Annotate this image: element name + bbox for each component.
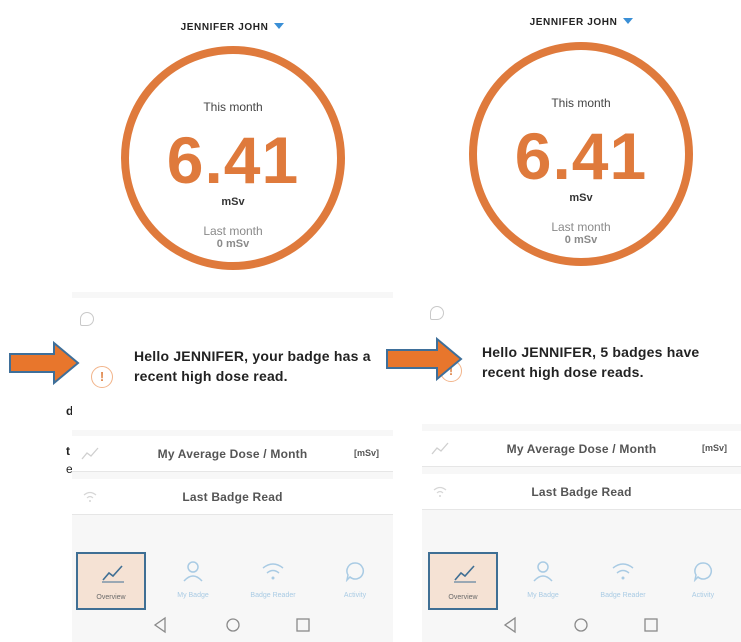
tab-badge-reader-label: Badge Reader (600, 592, 646, 599)
dose-ring: This month 6.41 mSv Last month 0 mSv (121, 46, 345, 270)
alert-card[interactable]: ! Hello JENNIFER, 5 badges have recent h… (422, 292, 741, 424)
average-dose-unit: [mSv] (353, 448, 379, 458)
tab-activity[interactable]: Activity (320, 552, 390, 610)
last-month-label: Last month (203, 224, 263, 238)
last-month-value: 0 mSv (564, 234, 598, 246)
dose-summary-panel: JENNIFER JOHN This month 6.41 mSv Last m… (72, 0, 393, 292)
left-annotation-arrow (9, 340, 80, 386)
dose-summary-panel: JENNIFER JOHN This month 6.41 mSv Last m… (422, 0, 741, 292)
warning-icon: ! (91, 366, 113, 388)
left-edge-text-fragment: t (66, 444, 70, 458)
back-triangle-icon[interactable] (500, 614, 522, 636)
last-badge-read-row[interactable]: Last Badge Read (422, 474, 741, 510)
tab-my-badge-label: My Badge (177, 592, 209, 599)
caret-down-icon (274, 23, 285, 29)
average-dose-row[interactable]: My Average Dose / Month [mSv] (422, 431, 741, 467)
android-navigation-bar (422, 610, 741, 642)
tab-overview-label: Overview (96, 594, 126, 601)
chat-bubble-icon (80, 312, 94, 326)
user-selector[interactable]: JENNIFER JOHN (72, 22, 393, 33)
dose-unit: mSv (569, 192, 593, 204)
last-month-value: 0 mSv (216, 238, 250, 250)
tab-activity-label: Activity (691, 592, 715, 599)
alert-message: Hello JENNIFER, 5 badges have recent hig… (482, 344, 700, 380)
line-chart-icon (102, 565, 124, 583)
user-name: JENNIFER JOHN (180, 22, 269, 33)
dose-value: 6.41 (514, 119, 648, 193)
dose-value: 6.41 (166, 123, 300, 197)
last-badge-read-row[interactable]: Last Badge Read (72, 479, 393, 515)
recents-square-icon[interactable] (640, 614, 662, 636)
wifi-icon (262, 563, 284, 580)
tab-my-badge-label: My Badge (527, 592, 559, 599)
average-dose-label: My Average Dose / Month (157, 447, 308, 461)
recents-square-icon[interactable] (292, 614, 314, 636)
home-circle-icon[interactable] (222, 614, 244, 636)
tab-badge-reader-label: Badge Reader (250, 592, 296, 599)
chat-bubble-icon (693, 562, 713, 582)
caret-down-icon (623, 18, 634, 24)
back-triangle-icon[interactable] (150, 614, 172, 636)
bottom-tab-bar: Overview My Badge Badge Reader Activity (72, 552, 393, 610)
bottom-tab-bar: Overview My Badge Badge Reader Activity (422, 552, 741, 610)
last-month-label: Last month (551, 220, 611, 234)
average-dose-unit: [mSv] (701, 443, 727, 453)
average-dose-row[interactable]: My Average Dose / Month [mSv] (72, 436, 393, 472)
last-badge-read-label: Last Badge Read (182, 490, 283, 504)
right-annotation-arrow (386, 336, 463, 382)
dose-ring: This month 6.41 mSv Last month 0 mSv (469, 42, 693, 266)
this-month-label: This month (551, 96, 611, 110)
tab-overview[interactable]: Overview (428, 552, 498, 610)
tab-badge-reader[interactable]: Badge Reader (588, 552, 658, 610)
tab-badge-reader[interactable]: Badge Reader (238, 552, 308, 610)
home-circle-icon[interactable] (570, 614, 592, 636)
dose-unit: mSv (221, 196, 245, 208)
tab-overview[interactable]: Overview (76, 552, 146, 610)
this-month-label: This month (203, 100, 263, 114)
alert-card[interactable]: ! Hello JENNIFER, your badge has a recen… (72, 298, 393, 430)
phone-screen-multiple-badges: JENNIFER JOHN This month 6.41 mSv Last m… (422, 0, 741, 642)
android-navigation-bar (72, 610, 393, 642)
wifi-icon (612, 563, 634, 580)
tab-activity-label: Activity (343, 592, 367, 599)
chat-bubble-icon (430, 306, 444, 320)
person-icon (183, 561, 203, 582)
tab-my-badge[interactable]: My Badge (158, 552, 228, 610)
line-chart-icon (454, 565, 476, 583)
average-dose-label: My Average Dose / Month (506, 442, 657, 456)
user-name: JENNIFER JOHN (529, 17, 618, 28)
last-badge-read-label: Last Badge Read (531, 485, 632, 499)
tab-overview-label: Overview (448, 594, 478, 601)
tab-my-badge[interactable]: My Badge (508, 552, 578, 610)
person-icon (533, 561, 553, 582)
user-selector[interactable]: JENNIFER JOHN (422, 17, 741, 28)
phone-screen-single-badge: JENNIFER JOHN This month 6.41 mSv Last m… (72, 0, 393, 642)
chat-bubble-icon (345, 562, 365, 582)
tab-activity[interactable]: Activity (668, 552, 738, 610)
alert-message: Hello JENNIFER, your badge has a recent … (134, 348, 371, 384)
